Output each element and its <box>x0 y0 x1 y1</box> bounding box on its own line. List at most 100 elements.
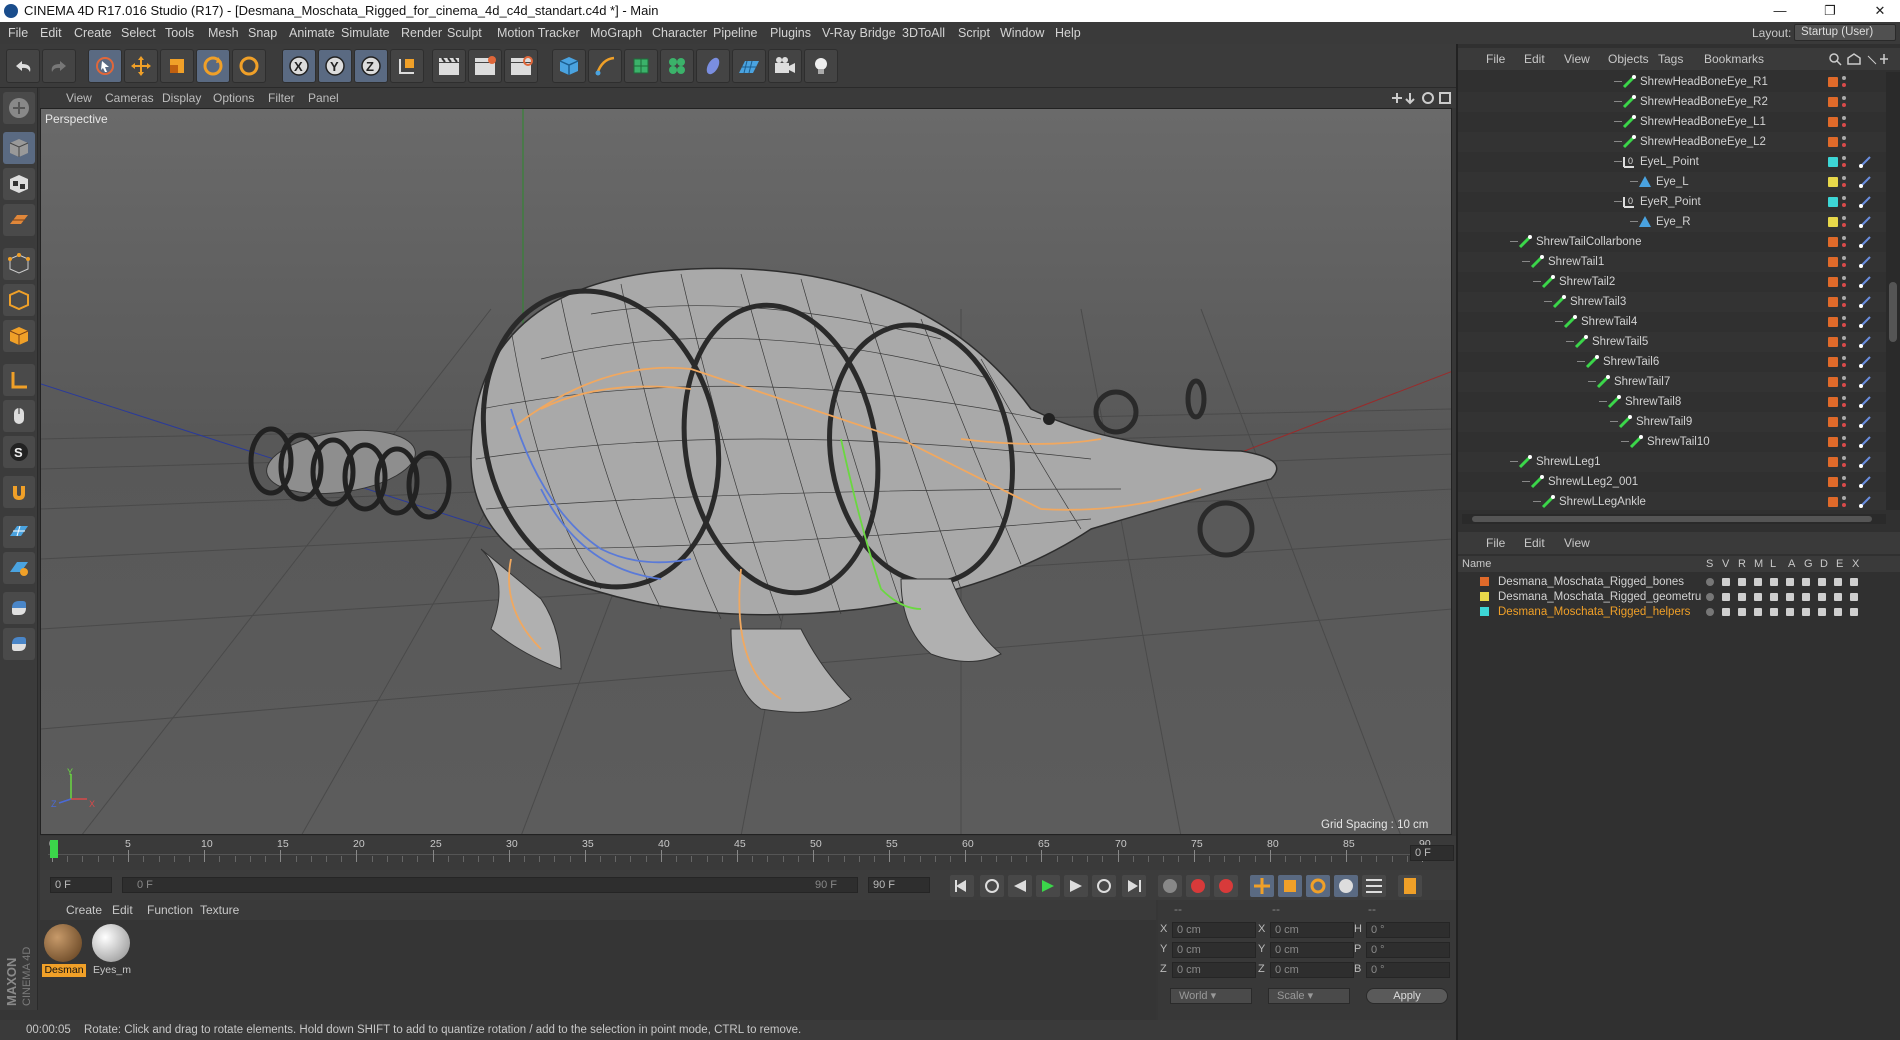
menu-select[interactable]: Select <box>121 22 156 44</box>
y-axis-button[interactable]: Y <box>318 49 352 83</box>
layer-column-l[interactable]: L <box>1770 556 1776 572</box>
visibility-render-dot[interactable] <box>1842 163 1846 167</box>
visibility-editor-dot[interactable] <box>1842 216 1846 220</box>
visibility-render-dot[interactable] <box>1842 183 1846 187</box>
recent-tool-button[interactable] <box>232 49 266 83</box>
snap-button[interactable]: S <box>3 436 35 468</box>
object-name[interactable]: ShrewLLeg2_001 <box>1548 472 1638 492</box>
layer-color-swatch[interactable] <box>1828 257 1838 267</box>
visibility-render-dot[interactable] <box>1842 243 1846 247</box>
workplane-mode-button[interactable] <box>3 204 35 236</box>
visibility-render-dot[interactable] <box>1842 83 1846 87</box>
coord-c-field[interactable]: 0 ° <box>1366 962 1450 978</box>
visibility-editor-dot[interactable] <box>1842 416 1846 420</box>
layer-row[interactable]: Desmana_Moschata_Rigged_bones <box>1458 574 1900 590</box>
visibility-editor-dot[interactable] <box>1842 436 1846 440</box>
python-script-2-button[interactable] <box>3 628 35 660</box>
layer-column-m[interactable]: M <box>1754 556 1763 572</box>
object-row[interactable]: ShrewTail5 <box>1458 332 1886 352</box>
rotate-button[interactable] <box>196 49 230 83</box>
layer-column-d[interactable]: D <box>1820 556 1828 572</box>
object-tag-icon[interactable] <box>1858 155 1872 169</box>
python-script-button[interactable] <box>3 592 35 624</box>
layer-toggle-icon[interactable] <box>1738 593 1746 601</box>
camera-button[interactable] <box>768 49 802 83</box>
cube-button[interactable] <box>552 49 586 83</box>
layer-name[interactable]: Desmana_Moschata_Rigged_helpers <box>1498 604 1690 620</box>
object-row[interactable]: ShrewHeadBoneEye_L1 <box>1458 112 1886 132</box>
layer-toggle-icon[interactable] <box>1722 608 1730 616</box>
object-row[interactable]: ShrewTail10 <box>1458 432 1886 452</box>
layer-toggle-icon[interactable] <box>1722 578 1730 586</box>
object-menu-tags[interactable]: Tags <box>1658 48 1683 70</box>
object-name[interactable]: ShrewLLegAnkle <box>1559 492 1646 510</box>
workplane-grid-button[interactable] <box>3 516 35 548</box>
object-tag-icon[interactable] <box>1858 395 1872 409</box>
layer-column-x[interactable]: X <box>1852 556 1859 572</box>
visibility-editor-dot[interactable] <box>1842 316 1846 320</box>
layer-toggle-icon[interactable] <box>1834 593 1842 601</box>
axis-mode-button[interactable] <box>3 364 35 396</box>
visibility-editor-dot[interactable] <box>1842 296 1846 300</box>
object-row[interactable]: ShrewHeadBoneEye_R2 <box>1458 92 1886 112</box>
menu-help[interactable]: Help <box>1055 22 1081 44</box>
viewport-menu-display[interactable]: Display <box>162 88 201 108</box>
layer-toggle-icon[interactable] <box>1706 593 1714 601</box>
object-name[interactable]: ShrewTail10 <box>1647 432 1710 452</box>
object-row[interactable]: ShrewLLeg2_001 <box>1458 472 1886 492</box>
layout-select[interactable]: Startup (User) <box>1794 24 1896 41</box>
layer-menu-edit[interactable]: Edit <box>1524 532 1545 554</box>
coord-c-field[interactable]: 0 ° <box>1366 942 1450 958</box>
material-menu-texture[interactable]: Texture <box>200 900 239 920</box>
z-axis-button[interactable]: Z <box>354 49 388 83</box>
object-name[interactable]: ShrewTail4 <box>1581 312 1637 332</box>
layer-column-e[interactable]: E <box>1836 556 1843 572</box>
menu-edit[interactable]: Edit <box>40 22 62 44</box>
menu-simulate[interactable]: Simulate <box>341 22 390 44</box>
object-row[interactable]: ShrewTail9 <box>1458 412 1886 432</box>
visibility-editor-dot[interactable] <box>1842 336 1846 340</box>
render-view-button[interactable] <box>432 49 466 83</box>
viewport-menu-view[interactable]: View <box>66 88 92 108</box>
object-tag-icon[interactable] <box>1858 335 1872 349</box>
visibility-render-dot[interactable] <box>1842 203 1846 207</box>
menu-motion-tracker[interactable]: Motion Tracker <box>497 22 580 44</box>
object-row[interactable]: ShrewTailCollarbone <box>1458 232 1886 252</box>
layer-toggle-icon[interactable] <box>1818 608 1826 616</box>
visibility-editor-dot[interactable] <box>1842 156 1846 160</box>
material-desman-label[interactable]: Desman <box>42 964 86 977</box>
visibility-editor-dot[interactable] <box>1842 256 1846 260</box>
visibility-render-dot[interactable] <box>1842 303 1846 307</box>
layer-color-swatch[interactable] <box>1828 217 1838 227</box>
menu-snap[interactable]: Snap <box>248 22 277 44</box>
object-name[interactable]: ShrewTail2 <box>1559 272 1615 292</box>
scale-select[interactable]: Scale ▾ <box>1268 988 1350 1004</box>
material-eyes-label[interactable]: Eyes_m <box>90 964 134 976</box>
object-menu-bookmarks[interactable]: Bookmarks <box>1704 48 1764 70</box>
visibility-render-dot[interactable] <box>1842 143 1846 147</box>
object-name[interactable]: ShrewTail1 <box>1548 252 1604 272</box>
object-tag-icon[interactable] <box>1858 375 1872 389</box>
layer-toggle-icon[interactable] <box>1770 593 1778 601</box>
layer-toggle-icon[interactable] <box>1802 593 1810 601</box>
visibility-render-dot[interactable] <box>1842 343 1846 347</box>
object-row[interactable]: Eye_L <box>1458 172 1886 192</box>
menu-plugins[interactable]: Plugins <box>770 22 811 44</box>
menu-sculpt[interactable]: Sculpt <box>447 22 482 44</box>
object-name[interactable]: ShrewTail5 <box>1592 332 1648 352</box>
viewport-menu-panel[interactable]: Panel <box>308 88 339 108</box>
layer-row[interactable]: Desmana_Moschata_Rigged_helpers <box>1458 604 1900 620</box>
object-tag-icon[interactable] <box>1858 455 1872 469</box>
visibility-editor-dot[interactable] <box>1842 376 1846 380</box>
material-menu-create[interactable]: Create <box>66 900 102 920</box>
restore-button[interactable]: ❐ <box>1810 0 1850 22</box>
coordinate-system-button[interactable] <box>390 49 424 83</box>
layer-color-swatch[interactable] <box>1828 337 1838 347</box>
object-row[interactable]: ShrewLLegAnkle <box>1458 492 1886 510</box>
object-row[interactable]: 0 EyeR_Point <box>1458 192 1886 212</box>
menu-script[interactable]: Script <box>958 22 990 44</box>
world-select[interactable]: World ▾ <box>1170 988 1252 1004</box>
coord-b-field[interactable]: 0 cm <box>1270 922 1354 938</box>
object-tag-icon[interactable] <box>1858 475 1872 489</box>
layer-toggle-icon[interactable] <box>1770 578 1778 586</box>
